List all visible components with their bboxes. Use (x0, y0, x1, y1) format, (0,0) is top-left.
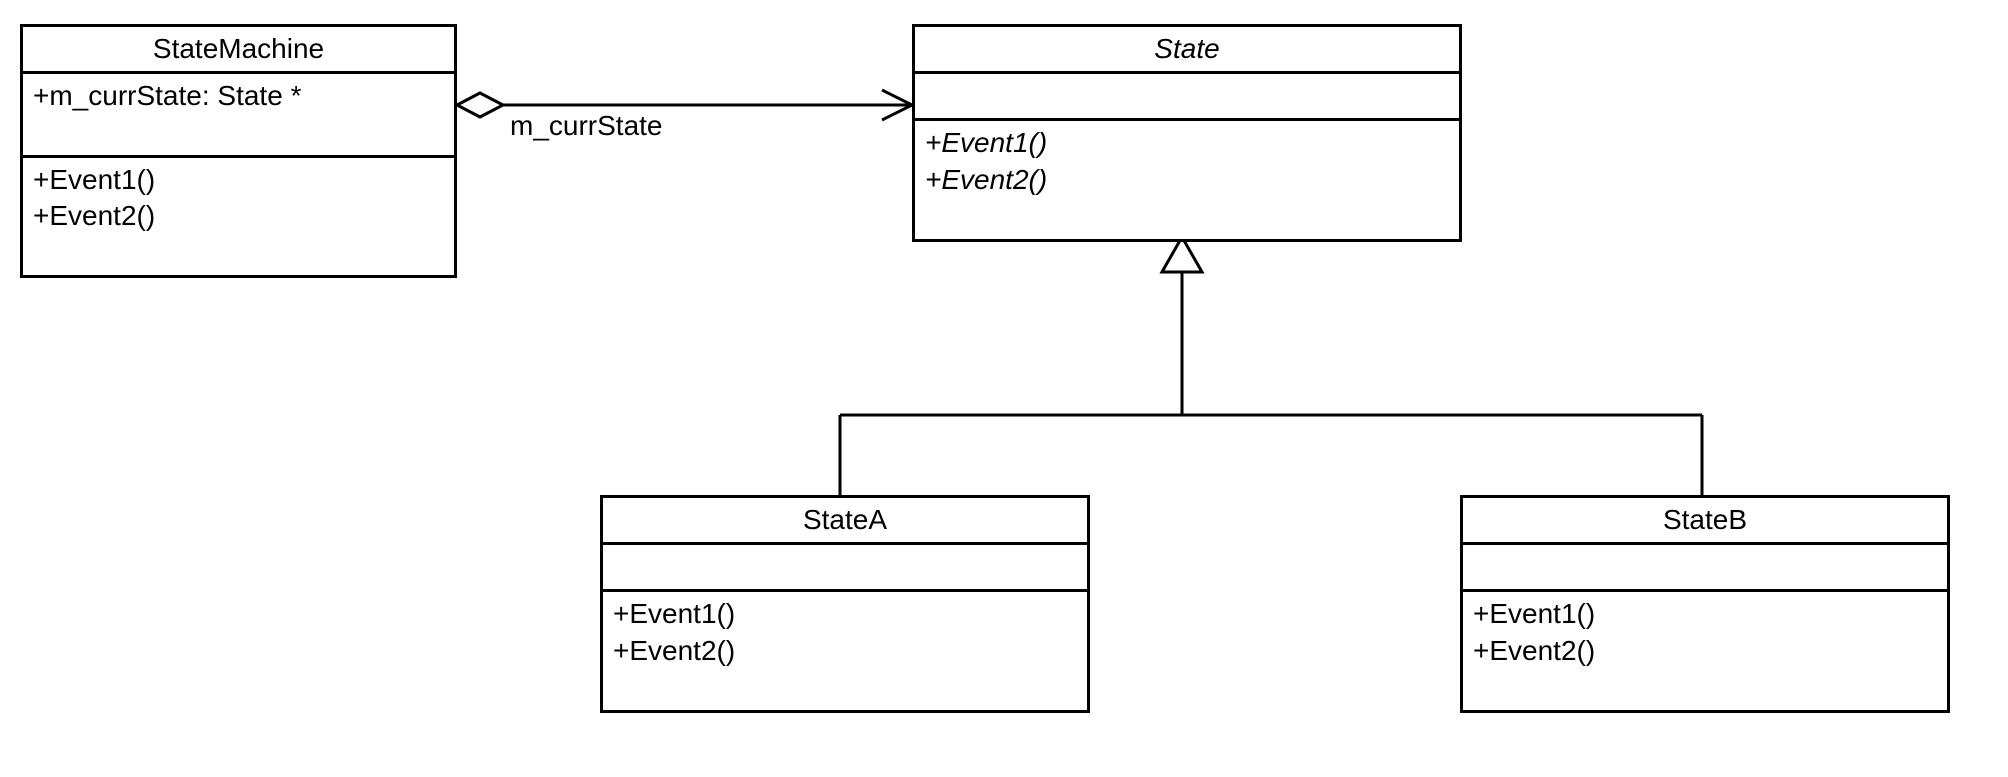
class-state-machine: StateMachine +m_currState: State * +Even… (20, 24, 457, 278)
op-row: +Event2() (33, 198, 444, 234)
op-row: +Event2() (613, 633, 1077, 669)
class-ops: +Event1() +Event2() (603, 592, 1087, 709)
class-state: State +Event1() +Event2() (912, 24, 1462, 242)
class-attrs (1463, 545, 1947, 592)
class-attrs (603, 545, 1087, 592)
class-name: StateA (603, 498, 1087, 545)
class-attrs (915, 74, 1459, 121)
class-state-a: StateA +Event1() +Event2() (600, 495, 1090, 713)
class-ops: +Event1() +Event2() (1463, 592, 1947, 709)
op-row: +Event1() (925, 125, 1449, 161)
class-state-b: StateB +Event1() +Event2() (1460, 495, 1950, 713)
op-row: +Event2() (1473, 633, 1937, 669)
op-row: +Event1() (33, 162, 444, 198)
class-ops: +Event1() +Event2() (23, 158, 454, 275)
op-row: +Event2() (925, 162, 1449, 198)
class-ops: +Event1() +Event2() (915, 121, 1459, 238)
assoc-label: m_currState (510, 110, 663, 142)
op-row: +Event1() (613, 596, 1077, 632)
uml-diagram: StateMachine +m_currState: State * +Even… (0, 0, 2008, 777)
class-name: State (915, 27, 1459, 74)
attr-row: +m_currState: State * (33, 78, 444, 114)
class-name: StateMachine (23, 27, 454, 74)
class-attrs: +m_currState: State * (23, 74, 454, 158)
class-name: StateB (1463, 498, 1947, 545)
op-row: +Event1() (1473, 596, 1937, 632)
